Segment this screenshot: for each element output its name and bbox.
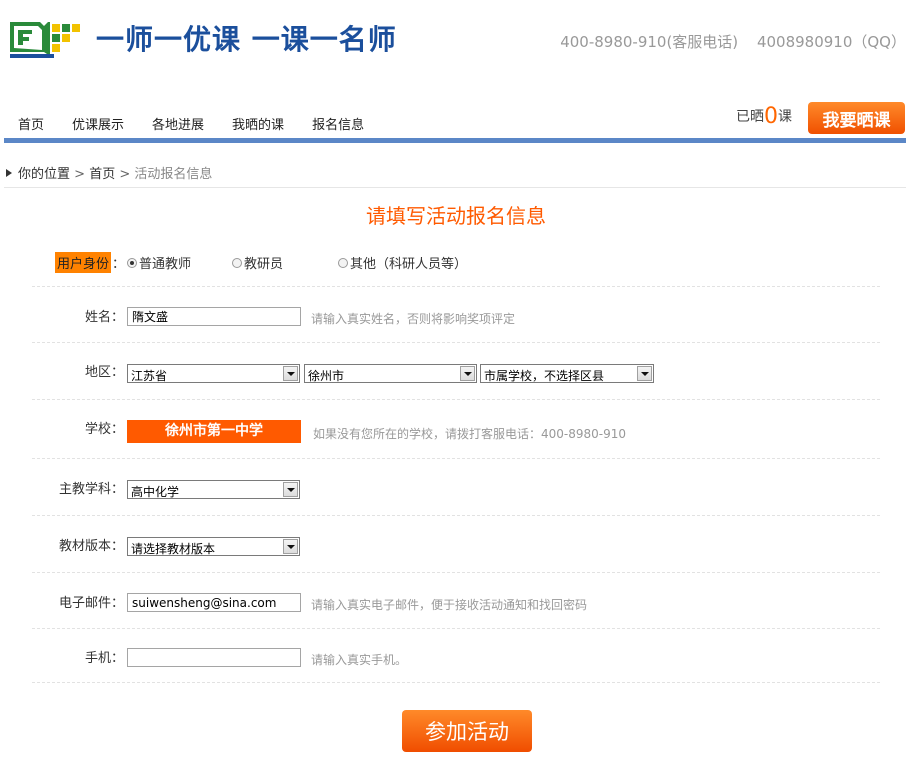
row-divider	[32, 286, 880, 287]
nav-item-registration[interactable]: 报名信息	[312, 114, 364, 133]
form-title: 请填写活动报名信息	[366, 204, 546, 228]
identity-label: 用户身份	[54, 252, 111, 273]
school-label: 学校：	[84, 422, 124, 437]
phone-input[interactable]	[127, 648, 301, 667]
school-select-button[interactable]: 徐州市第一中学	[127, 420, 301, 443]
name-hint: 请输入真实姓名，否则将影响奖项评定	[311, 312, 516, 326]
chevron-down-icon[interactable]	[460, 366, 475, 381]
nav-item-home[interactable]: 首页	[18, 114, 44, 133]
email-hint: 请输入真实电子邮件，便于接收活动通知和找回密码	[311, 598, 588, 612]
row-divider	[32, 682, 880, 683]
row-divider	[32, 342, 880, 343]
main-nav: 首页 优课展示 各地进展 我晒的课 报名信息	[18, 114, 392, 133]
phone-hint: 请输入真实手机。	[311, 653, 408, 667]
radio-unchecked-icon[interactable]	[232, 258, 242, 268]
breadcrumb-arrow-icon	[6, 169, 12, 177]
logo-icon	[10, 22, 80, 58]
name-input[interactable]	[127, 307, 301, 326]
province-select[interactable]: 江苏省	[127, 364, 300, 383]
textbook-label: 教材版本：	[58, 539, 124, 554]
site-slogan: 一师一优课 一课一名师	[96, 23, 397, 56]
region-label: 地区：	[84, 365, 124, 380]
school-hint: 如果没有您所在的学校，请拨打客服电话：400-8980-910	[313, 427, 627, 441]
nav-item-progress[interactable]: 各地进展	[152, 114, 204, 133]
email-label: 电子邮件：	[58, 596, 124, 611]
textbook-select[interactable]: 请选择教材版本	[127, 537, 300, 556]
service-phone: 400-8980-910(客服电话)	[560, 33, 739, 51]
row-divider	[32, 399, 880, 400]
row-divider	[32, 458, 880, 459]
nav-divider	[4, 138, 906, 143]
identity-option-researcher[interactable]: 教研员	[232, 253, 283, 272]
radio-checked-icon[interactable]	[127, 258, 137, 268]
share-lesson-button[interactable]: 我要晒课	[808, 102, 905, 134]
chevron-down-icon[interactable]	[283, 366, 298, 381]
identity-option-other[interactable]: 其他（科研人员等）	[338, 253, 467, 272]
district-select[interactable]: 市属学校，不选择区县	[480, 364, 654, 383]
name-label: 姓名：	[84, 310, 124, 325]
chevron-down-icon[interactable]	[637, 366, 652, 381]
lesson-count-number: 0	[764, 104, 778, 129]
radio-unchecked-icon[interactable]	[338, 258, 348, 268]
breadcrumb-current: 活动报名信息	[134, 167, 213, 182]
row-divider	[32, 572, 880, 573]
city-select[interactable]: 徐州市	[304, 364, 477, 383]
nav-item-showcase[interactable]: 优课展示	[72, 114, 124, 133]
contact-info: 400-8980-910(客服电话) 4008980910（QQ）	[560, 31, 906, 52]
chevron-down-icon[interactable]	[283, 482, 298, 497]
join-activity-button[interactable]: 参加活动	[402, 710, 532, 752]
qq-number: 4008980910（QQ）	[756, 33, 906, 51]
breadcrumb: 你的位置 > 首页 > 活动报名信息	[6, 163, 212, 182]
breadcrumb-home-link[interactable]: 首页	[89, 167, 115, 182]
breadcrumb-divider	[4, 187, 906, 188]
chevron-down-icon[interactable]	[283, 539, 298, 554]
nav-item-my-lessons[interactable]: 我晒的课	[232, 114, 284, 133]
email-input[interactable]	[127, 593, 301, 612]
identity-colon: ：	[112, 257, 126, 272]
row-divider	[32, 515, 880, 516]
subject-label: 主教学科：	[58, 482, 124, 497]
identity-option-teacher[interactable]: 普通教师	[127, 253, 191, 272]
lesson-count: 已晒0课	[736, 104, 792, 129]
subject-select[interactable]: 高中化学	[127, 480, 300, 499]
row-divider	[32, 628, 880, 629]
phone-label: 手机：	[84, 651, 124, 666]
